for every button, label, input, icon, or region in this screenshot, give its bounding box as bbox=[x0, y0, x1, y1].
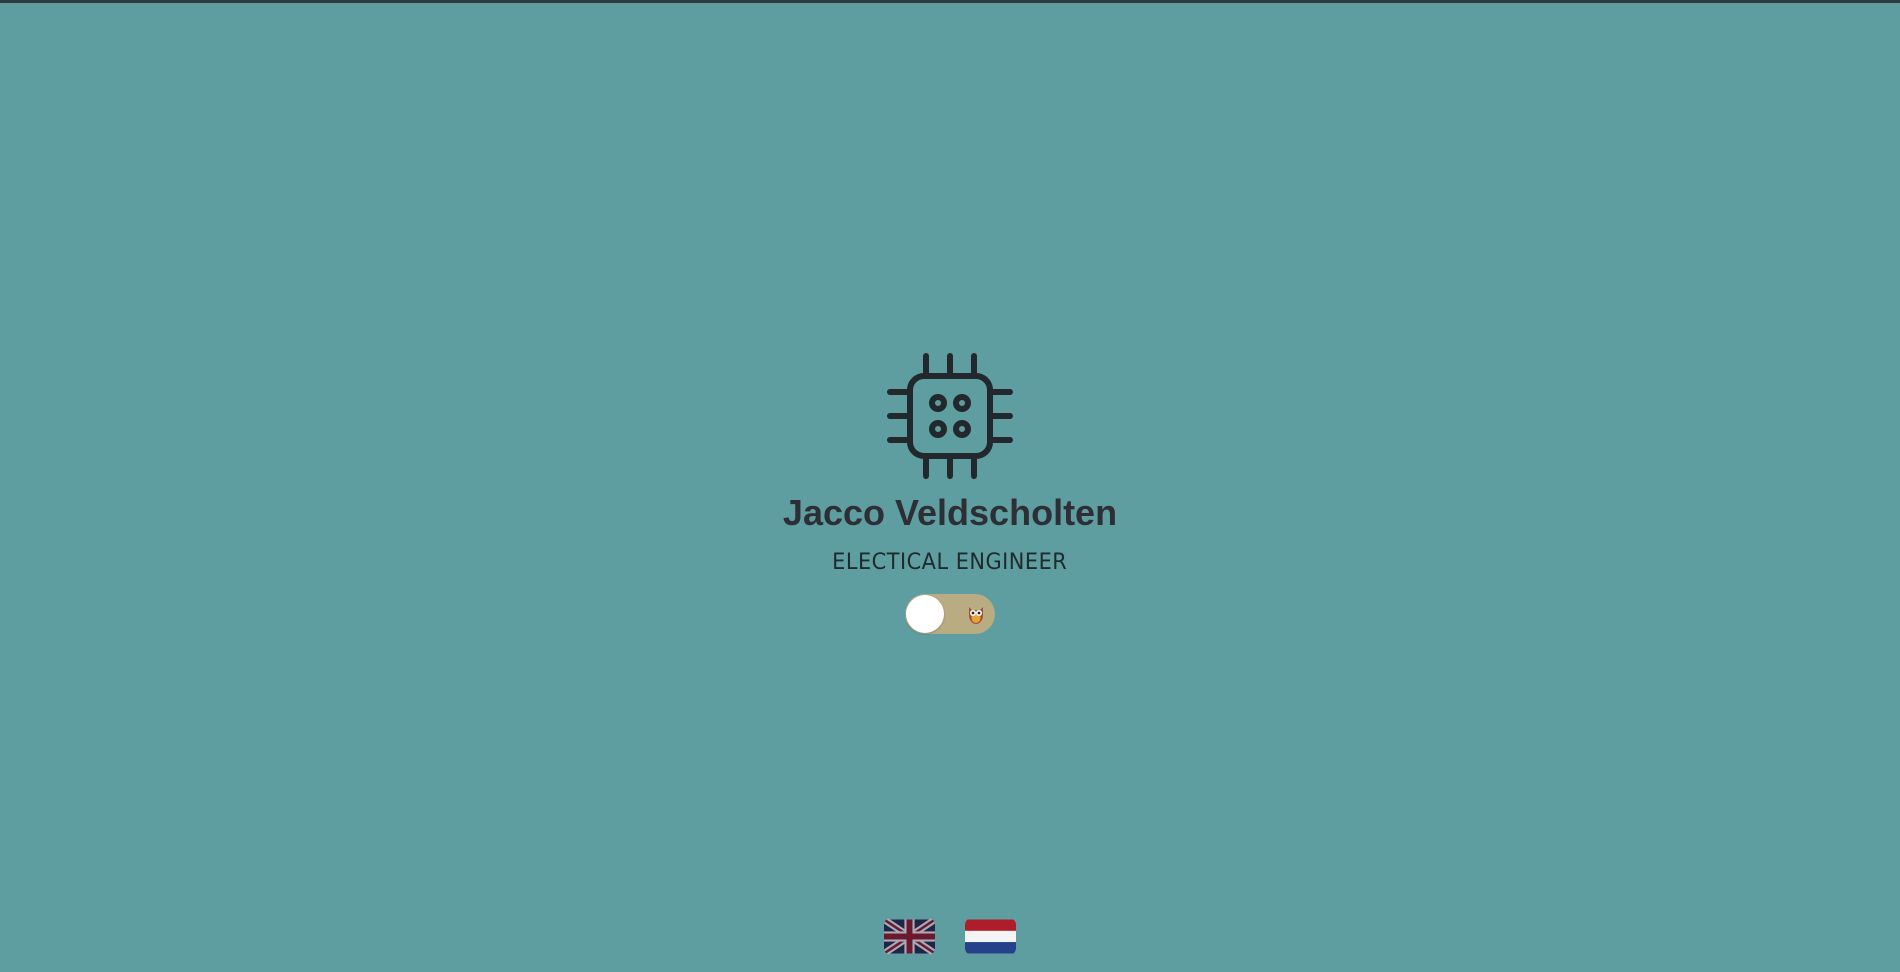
owl-icon bbox=[969, 607, 983, 624]
toggle-knob[interactable] bbox=[906, 595, 944, 633]
chip-icon bbox=[887, 353, 1013, 479]
netherlands-flag-icon[interactable] bbox=[965, 918, 1016, 955]
profile-title: ELECTICAL ENGINEER bbox=[832, 550, 1068, 575]
uk-flag-icon[interactable] bbox=[884, 918, 935, 955]
language-switcher bbox=[884, 918, 1016, 955]
theme-toggle[interactable] bbox=[905, 594, 995, 634]
top-border bbox=[0, 0, 1900, 3]
profile-name: Jacco Veldscholten bbox=[782, 492, 1118, 533]
hero: Jacco Veldscholten ELECTICAL ENGINEER bbox=[0, 352, 1900, 634]
